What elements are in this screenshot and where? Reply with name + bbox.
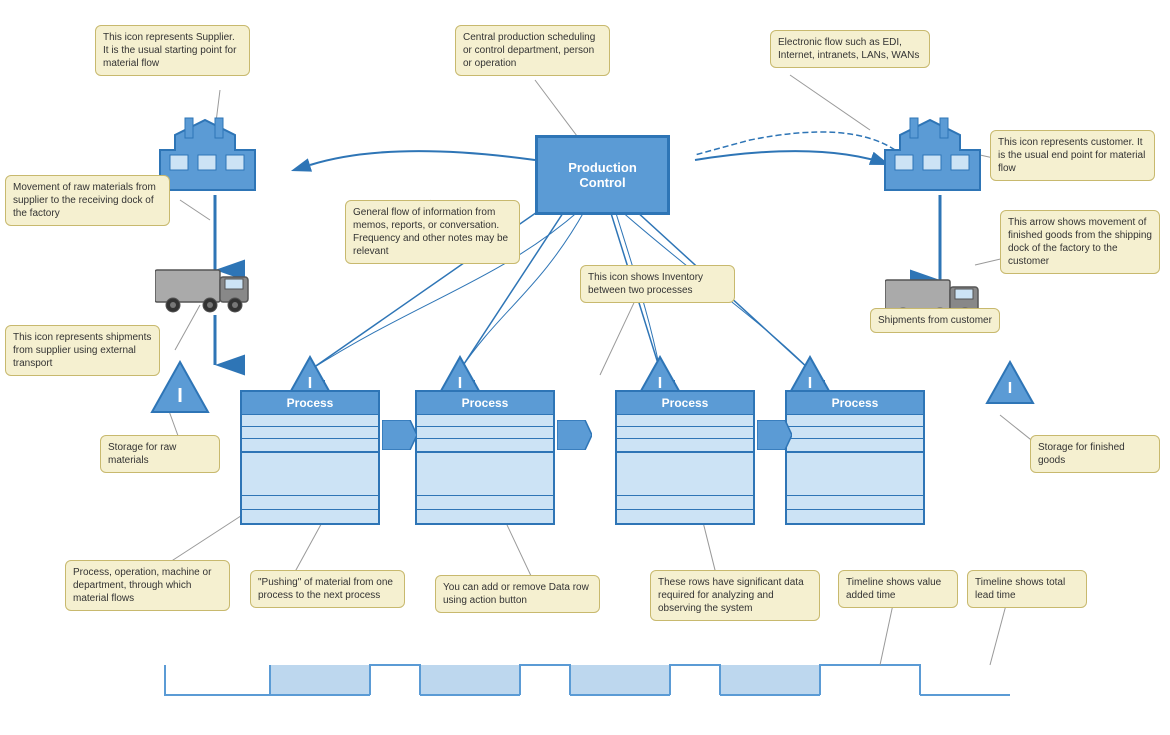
push-callout-text: "Pushing" of material from one process t… [258, 577, 393, 601]
timeline-value-added-callout: Timeline shows value added time [838, 570, 958, 608]
data-row-callout-text: You can add or remove Data row using act… [443, 582, 589, 606]
production-control-callout: Central production scheduling or control… [455, 25, 610, 76]
info-flow-callout: General flow of information from memos, … [345, 200, 520, 264]
customer-callout: This icon represents customer. It is the… [990, 130, 1155, 181]
raw-material-movement-callout: Movement of raw materials from supplier … [5, 175, 170, 226]
customer-factory [880, 110, 985, 203]
inventory-callout: This icon shows Inventory between two pr… [580, 265, 735, 303]
supplier-transport-text: This icon represents shipments from supp… [13, 332, 151, 369]
finished-goods-triangle: I [985, 360, 1035, 408]
process-box-4: Process [785, 390, 925, 525]
storage-raw-text: Storage for raw materials [108, 442, 176, 466]
process-box-2: Process [415, 390, 555, 525]
production-control-box: Production Control [535, 135, 670, 215]
production-control-label: Production Control [568, 160, 637, 190]
shipments-customer-callout: Shipments from customer [870, 308, 1000, 333]
production-control-callout-text: Central production scheduling or control… [463, 32, 595, 69]
storage-finished-callout: Storage for finished goods [1030, 435, 1160, 473]
svg-text:I: I [1008, 380, 1012, 397]
process-box-3: Process [615, 390, 755, 525]
push-arrow-3 [757, 420, 792, 453]
push-callout: "Pushing" of material from one process t… [250, 570, 405, 608]
timeline-value-added-text: Timeline shows value added time [846, 577, 941, 601]
timeline-lead-text: Timeline shows total lead time [975, 577, 1065, 601]
process-operation-text: Process, operation, machine or departmen… [73, 567, 211, 604]
info-flow-text: General flow of information from memos, … [353, 207, 508, 257]
process-box-1: Process [240, 390, 380, 525]
push-arrow-1 [382, 420, 417, 453]
process-1-label: Process [242, 392, 378, 415]
finished-goods-callout: This arrow shows movement of finished go… [1000, 210, 1160, 274]
push-arrow-2 [557, 420, 592, 453]
storage-finished-text: Storage for finished goods [1038, 442, 1125, 466]
data-rows-info-callout: These rows have significant data require… [650, 570, 820, 621]
data-rows-info-text: These rows have significant data require… [658, 577, 804, 614]
storage-raw-callout: Storage for raw materials [100, 435, 220, 473]
timeline-lead-callout: Timeline shows total lead time [967, 570, 1087, 608]
diagram-canvas: Production Control [0, 0, 1170, 735]
supplier-callout: This icon represents Supplier. It is the… [95, 25, 250, 76]
shipments-customer-text: Shipments from customer [878, 315, 992, 326]
svg-text:I: I [177, 385, 183, 407]
customer-callout-text: This icon represents customer. It is the… [998, 137, 1145, 174]
supplier-truck [155, 265, 255, 323]
electronic-flow-text: Electronic flow such as EDI, Internet, i… [778, 37, 919, 61]
process-operation-callout: Process, operation, machine or departmen… [65, 560, 230, 611]
process-4-label: Process [787, 392, 923, 415]
electronic-flow-callout: Electronic flow such as EDI, Internet, i… [770, 30, 930, 68]
raw-material-movement-text: Movement of raw materials from supplier … [13, 182, 156, 219]
process-3-label: Process [617, 392, 753, 415]
supplier-transport-callout: This icon represents shipments from supp… [5, 325, 160, 376]
process-2-label: Process [417, 392, 553, 415]
supplier-factory [155, 110, 260, 203]
supplier-callout-text: This icon represents Supplier. It is the… [103, 32, 236, 69]
inventory-callout-text: This icon shows Inventory between two pr… [588, 272, 703, 296]
data-row-callout: You can add or remove Data row using act… [435, 575, 600, 613]
finished-goods-text: This arrow shows movement of finished go… [1008, 217, 1152, 267]
